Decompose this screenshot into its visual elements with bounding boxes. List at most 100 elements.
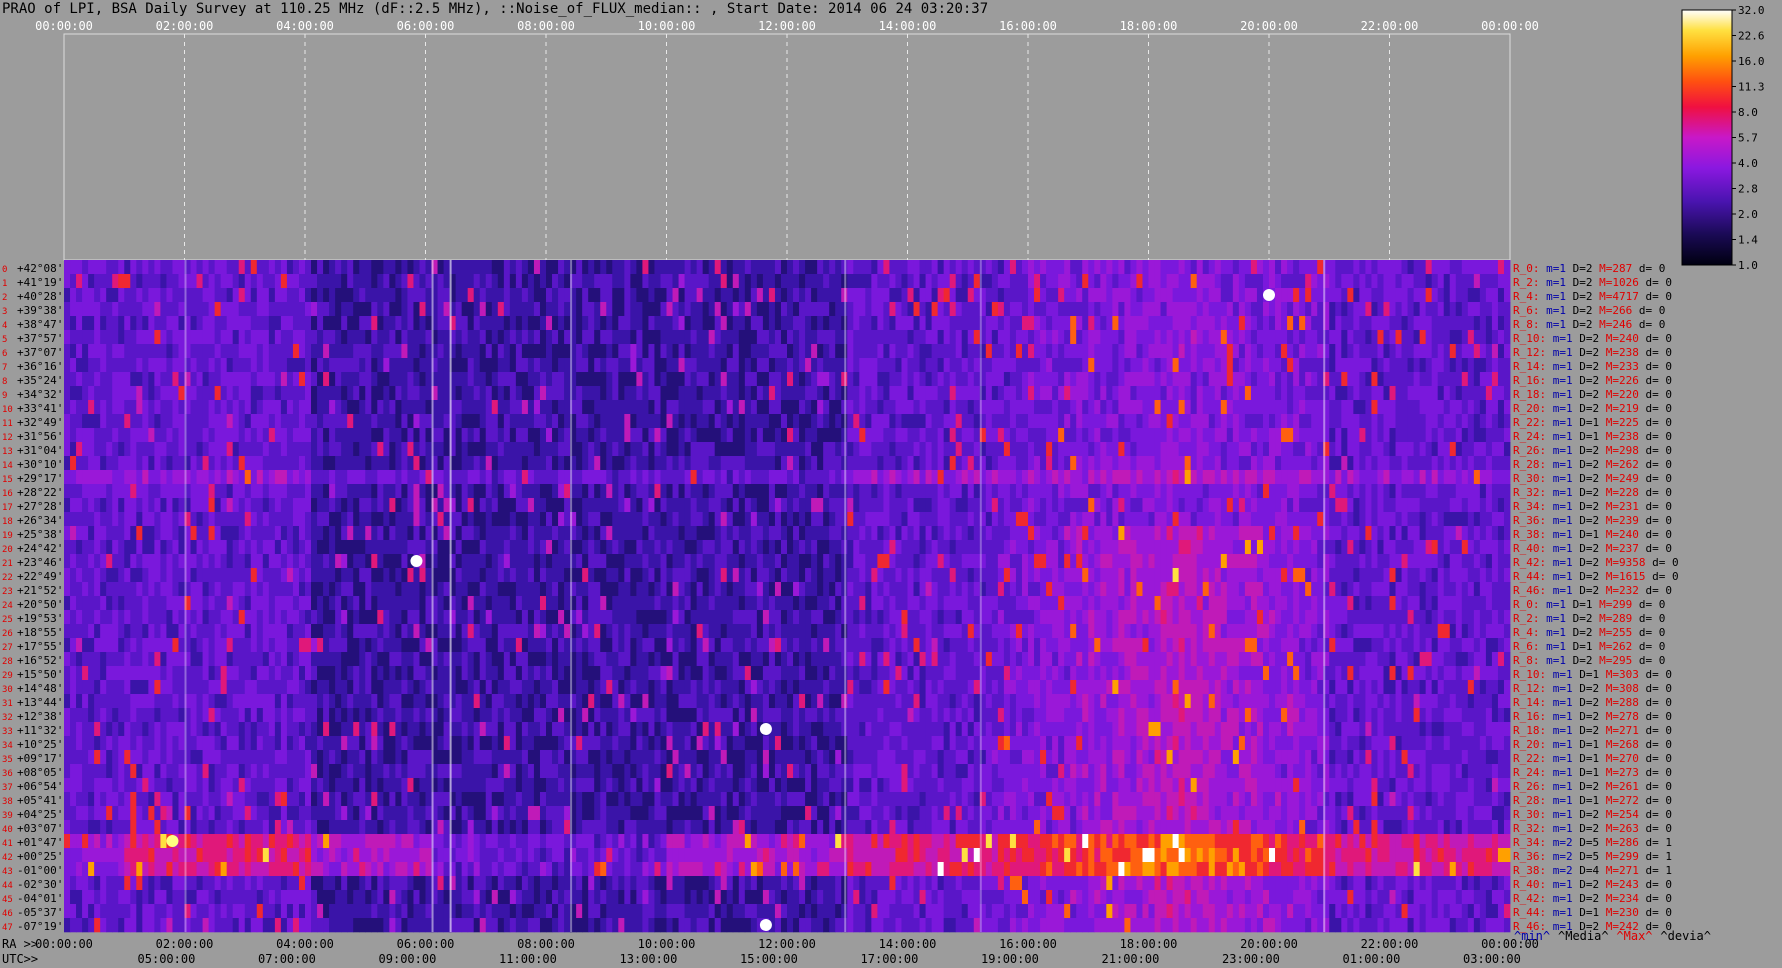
heatmap-cell (955, 386, 963, 401)
heatmap-cell (1455, 512, 1463, 527)
heatmap-cell (1202, 344, 1210, 359)
heatmap-cell (762, 456, 770, 471)
heatmap-cell (533, 526, 541, 541)
heatmap-cell (112, 358, 119, 373)
heatmap-cell (1106, 344, 1113, 359)
heatmap-cell (178, 526, 185, 541)
heatmap-cell (262, 512, 270, 527)
heatmap-cell (1293, 526, 1300, 541)
heatmap-cell (666, 442, 673, 457)
heatmap-cell (1262, 330, 1270, 345)
heatmap-cell (991, 498, 999, 513)
heatmap-cell (383, 498, 390, 513)
heatmap-cell (552, 498, 559, 513)
heatmap-cell (1443, 274, 1451, 289)
heatmap-cell (1040, 274, 1047, 289)
heatmap-cell (1058, 288, 1065, 303)
heatmap-cell (142, 484, 149, 499)
heatmap-cell (1232, 344, 1240, 359)
heatmap-cell (1317, 358, 1324, 373)
heatmap-cell (425, 540, 432, 555)
heatmap-cell (148, 260, 155, 275)
heatmap-cell (1003, 498, 1011, 513)
heatmap-cell (1293, 428, 1300, 443)
heatmap-cell (1329, 288, 1336, 303)
heatmap-cell (262, 428, 270, 443)
heatmap-cell (1136, 456, 1143, 471)
heatmap-cell (365, 316, 372, 331)
heatmap-cell (359, 526, 366, 541)
heatmap-cell (353, 540, 360, 555)
heatmap-cell (1250, 344, 1258, 359)
heatmap-cell (196, 386, 203, 401)
heatmap-cell (1220, 344, 1228, 359)
heatmap-cell (1130, 302, 1137, 317)
heatmap-cell (1401, 358, 1408, 373)
heatmap-cell (323, 428, 330, 443)
heatmap-cell (1449, 400, 1457, 415)
heatmap-cell (1136, 526, 1143, 541)
heatmap-cell (461, 526, 469, 541)
heatmap-cell (1070, 386, 1077, 401)
heatmap-cell (76, 260, 83, 275)
top-axis-tick: 12:00:00 (758, 19, 816, 33)
heatmap-cell (1088, 316, 1095, 331)
heatmap-cell (1238, 372, 1246, 387)
heatmap-cell (1112, 274, 1119, 289)
heatmap-cell (515, 260, 523, 275)
heatmap-cell (94, 512, 101, 527)
heatmap-cell (1124, 316, 1131, 331)
heatmap-cell (76, 498, 83, 513)
heatmap-cell (889, 316, 896, 331)
heatmap-cell (1196, 498, 1204, 513)
heatmap-cell (148, 288, 155, 303)
heatmap-cell (594, 274, 601, 289)
heatmap-cell (359, 260, 366, 275)
heatmap-cell (401, 372, 408, 387)
heatmap-cell (280, 302, 288, 317)
heatmap-cell (1473, 456, 1481, 471)
heatmap-cell (232, 260, 240, 275)
heatmap-cell (1461, 498, 1469, 513)
heatmap-cell (1009, 358, 1017, 373)
heatmap-cell (286, 414, 294, 429)
heatmap-cell (630, 344, 637, 359)
heatmap-cell (1329, 400, 1336, 415)
heatmap-cell (564, 288, 571, 303)
heatmap-cell (1082, 358, 1089, 373)
heatmap-cell (1021, 470, 1029, 485)
heatmap-cell (678, 274, 685, 289)
heatmap-cell (112, 470, 119, 485)
heatmap-cell (720, 484, 728, 499)
heatmap-cell (961, 442, 969, 457)
heatmap-cell (323, 470, 330, 485)
heatmap-cell (1088, 456, 1095, 471)
heatmap-cell (720, 358, 728, 373)
heatmap-cell (1076, 372, 1083, 387)
heatmap-cell (756, 386, 764, 401)
heatmap-cell (473, 414, 481, 429)
heatmap-cell (232, 428, 240, 443)
heatmap-cell (967, 372, 975, 387)
heatmap-cell (82, 358, 89, 373)
heatmap-cell (823, 428, 830, 443)
heatmap-cell (847, 400, 854, 415)
heatmap-cell (889, 470, 896, 485)
heatmap-cell (805, 470, 812, 485)
heatmap-cell (1094, 302, 1101, 317)
heatmap-cell (1112, 260, 1119, 275)
heatmap-cell (1154, 512, 1161, 527)
heatmap-cell (913, 260, 920, 275)
heatmap-cell (762, 470, 770, 485)
heatmap-cell (949, 400, 957, 415)
heatmap-cell (1130, 526, 1137, 541)
heatmap-cell (660, 316, 667, 331)
heatmap-cell (883, 400, 890, 415)
heatmap-cell (1275, 330, 1282, 345)
heatmap-cell (973, 512, 981, 527)
heatmap-cell (1003, 400, 1011, 415)
heatmap-cell (1305, 274, 1312, 289)
heatmap-cell (865, 470, 872, 485)
heatmap-cell (1058, 470, 1065, 485)
heatmap-cell (1347, 344, 1354, 359)
